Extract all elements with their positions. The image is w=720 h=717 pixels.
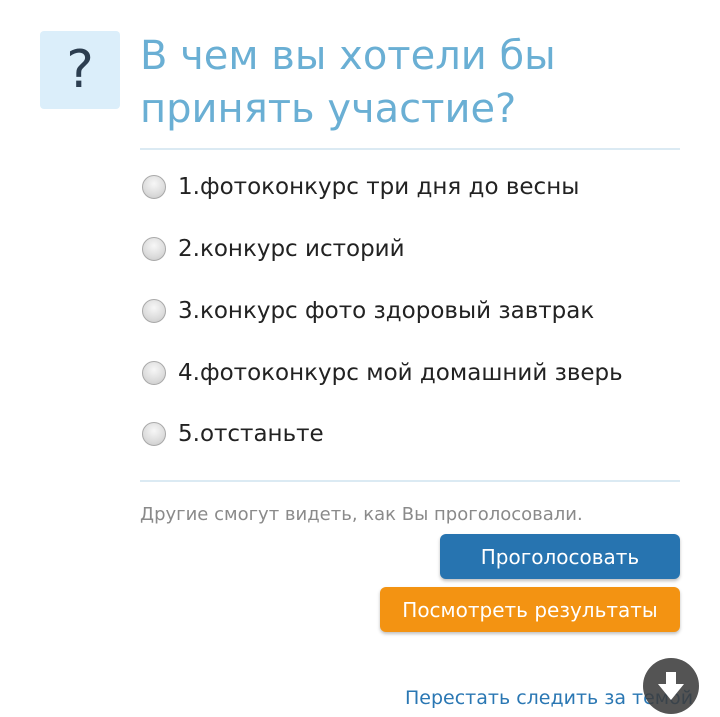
option-label: 4.фотоконкурс мой домашний зверь [178,360,623,386]
radio-button[interactable] [142,361,166,385]
view-results-button[interactable]: Посмотреть результаты [380,587,680,632]
poll-option-3[interactable]: 3.конкурс фото здоровый завтрак [142,298,594,324]
radio-button[interactable] [142,237,166,261]
option-label: 3.конкурс фото здоровый завтрак [178,298,595,324]
vote-button[interactable]: Проголосовать [440,534,680,579]
option-label: 1.фотоконкурс три дня до весны [178,174,580,200]
radio-button[interactable] [142,422,166,446]
poll-option-4[interactable]: 4.фотоконкурс мой домашний зверь [142,360,623,386]
radio-button[interactable] [142,175,166,199]
radio-button[interactable] [142,299,166,323]
question-mark: ? [66,40,94,100]
option-label: 5.отстаньте [178,421,324,447]
poll-option-2[interactable]: 2.конкурс историй [142,236,405,262]
arrow-down-icon [658,672,684,700]
poll-title: В чем вы хотели бы принять участие? [140,33,556,132]
divider-top [140,148,680,150]
poll-option-1[interactable]: 1.фотоконкурс три дня до весны [142,174,579,200]
visibility-note: Другие смогут видеть, как Вы проголосова… [140,504,583,525]
question-icon: ? [40,31,120,109]
scroll-down-button[interactable] [643,658,699,714]
poll-option-5[interactable]: 5.отстаньте [142,421,324,447]
option-label: 2.конкурс историй [178,236,405,262]
divider-bottom [140,480,680,482]
